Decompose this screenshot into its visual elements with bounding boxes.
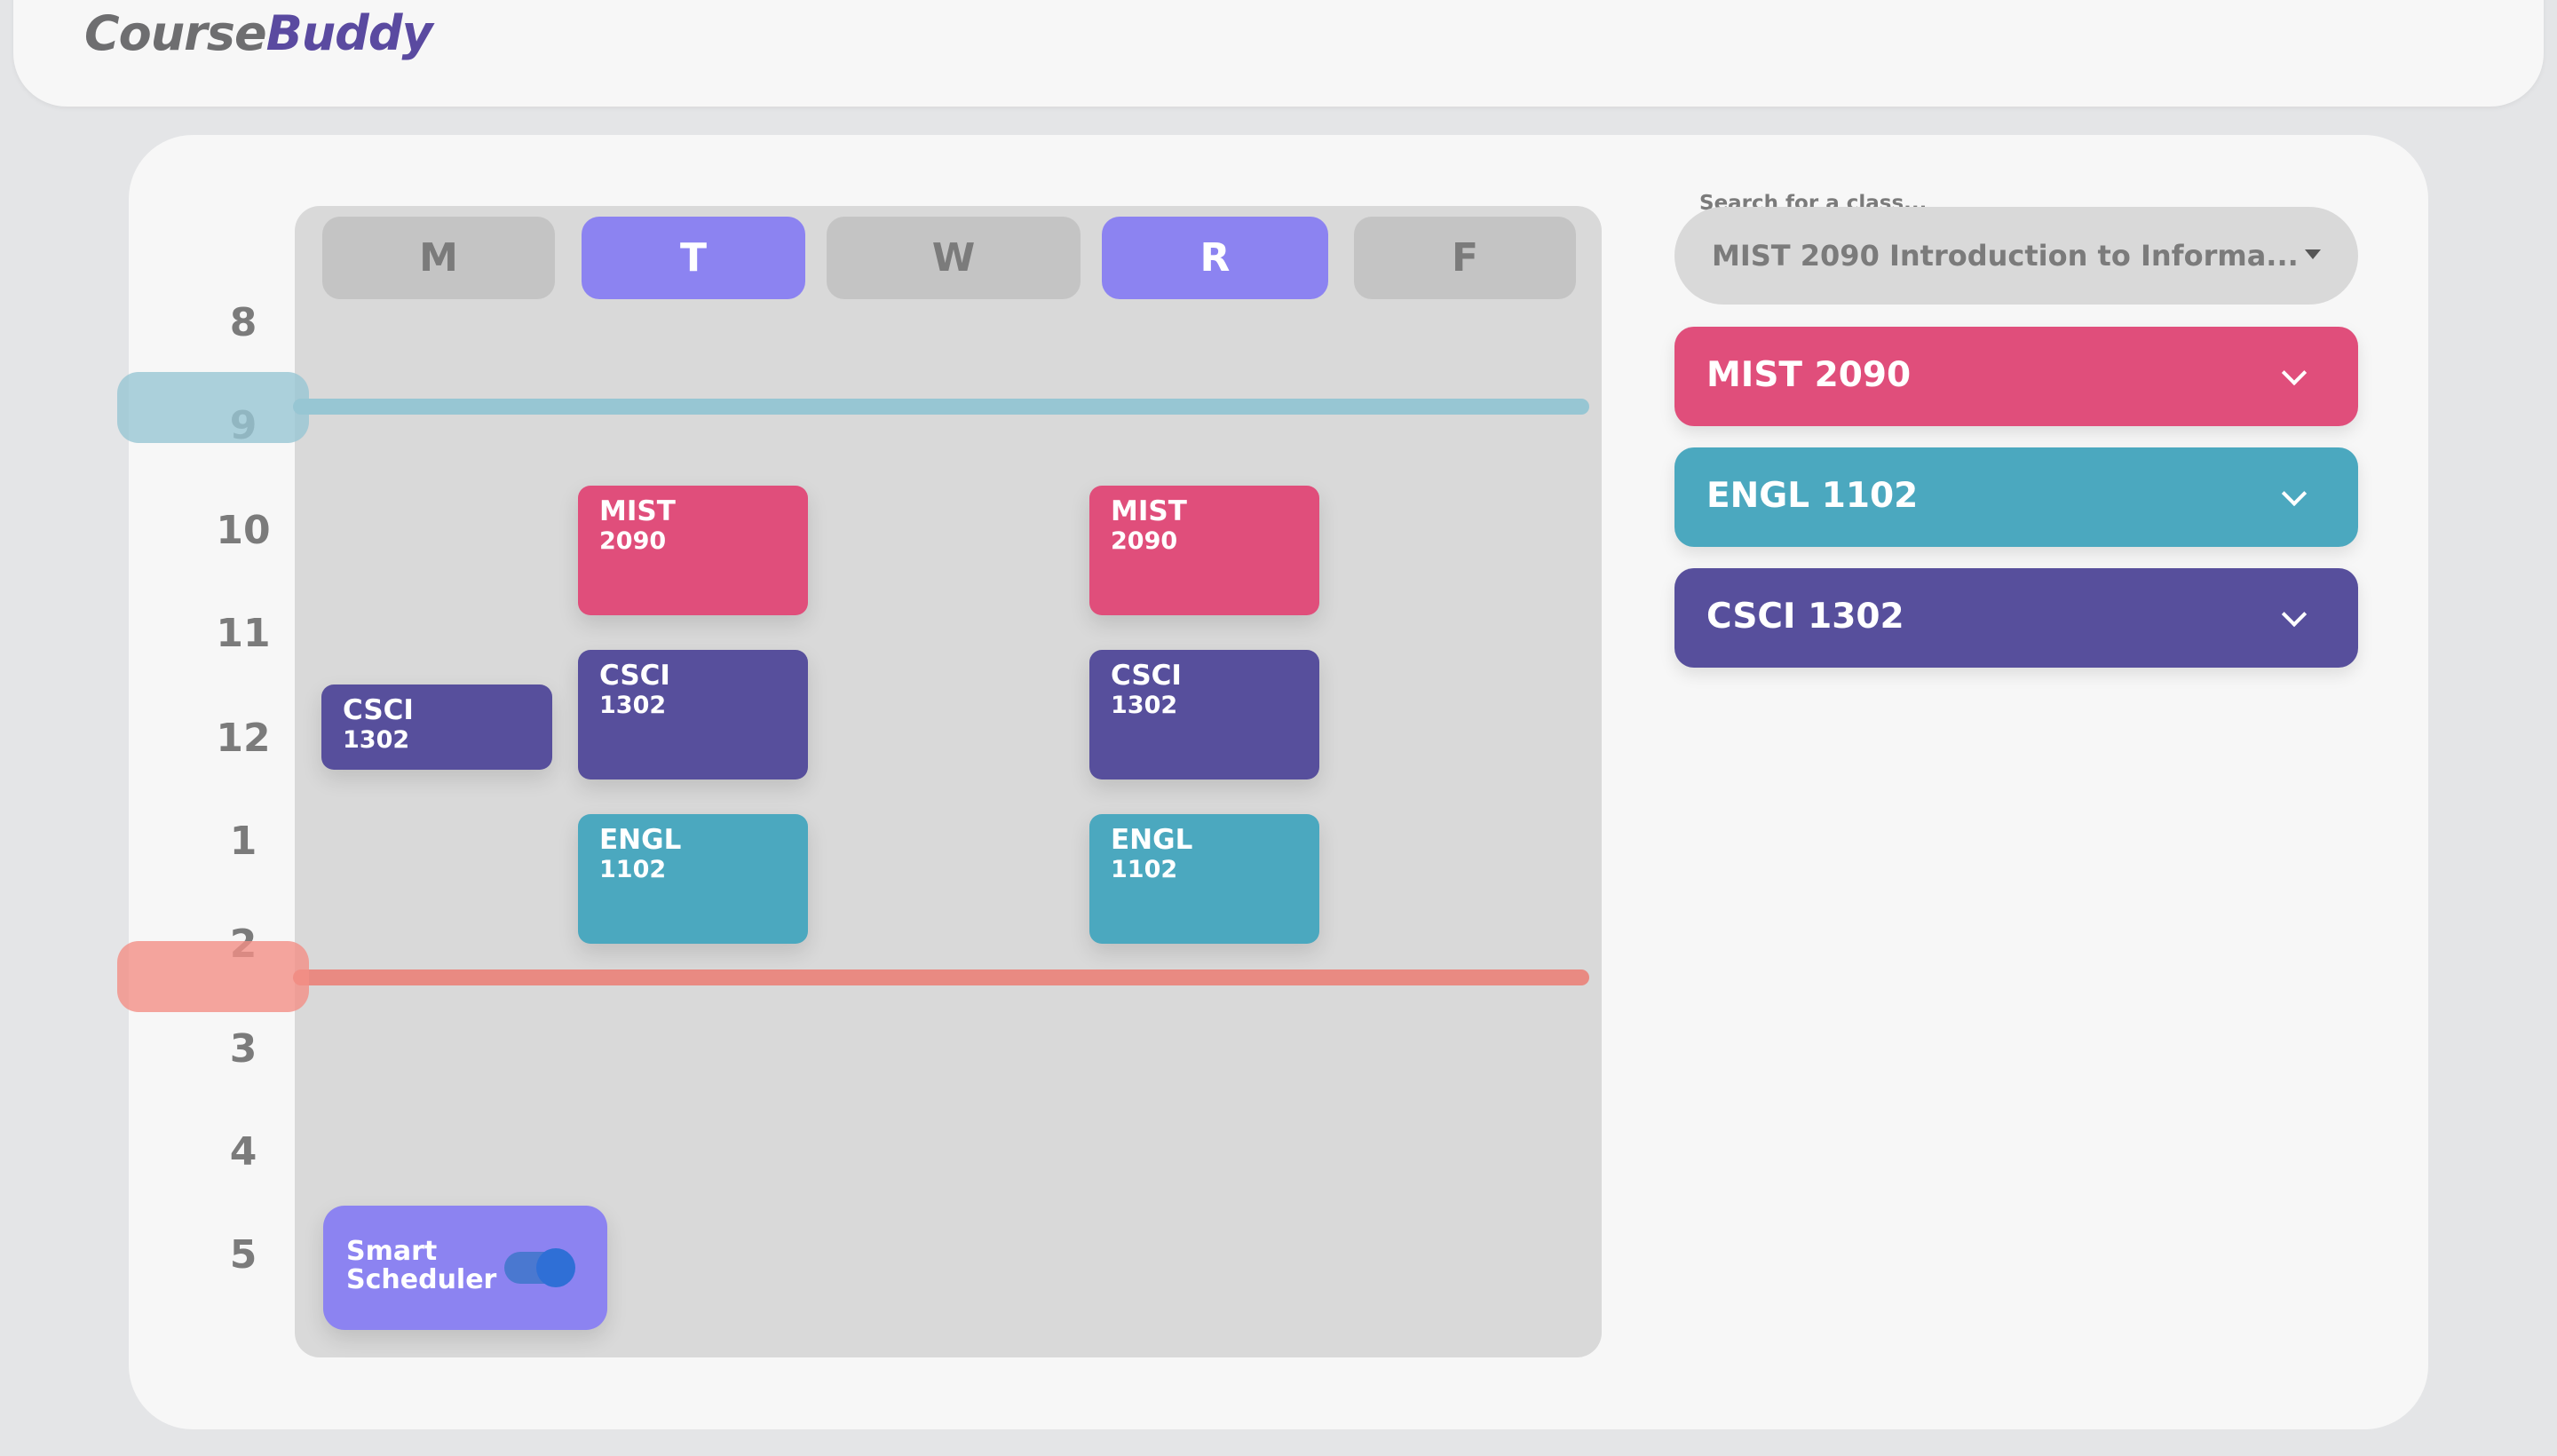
class-block-dept: MIST	[599, 495, 676, 527]
class-block-dept: ENGL	[599, 824, 682, 856]
class-block-dept: ENGL	[1111, 824, 1193, 856]
hour-label-10: 10	[216, 508, 271, 553]
hour-label-4: 4	[229, 1129, 257, 1175]
start-time-line	[293, 399, 1589, 415]
chevron-down-icon[interactable]	[2281, 480, 2308, 507]
caret-down-icon	[2305, 249, 2321, 259]
smart-scheduler-toggle[interactable]	[504, 1248, 575, 1287]
toggle-knob	[536, 1248, 575, 1287]
day-header-friday[interactable]: F	[1354, 217, 1576, 299]
class-block-tue-engl[interactable]: ENGL 1102	[578, 814, 808, 944]
hour-label-1: 1	[229, 819, 257, 864]
hour-label-8: 8	[229, 300, 257, 345]
class-block-thu-engl[interactable]: ENGL 1102	[1089, 814, 1319, 944]
schedule-grid	[295, 206, 1602, 1357]
course-item-name: CSCI 1302	[1706, 597, 1904, 637]
day-header-wednesday[interactable]: W	[827, 217, 1081, 299]
class-block-dept: MIST	[1111, 495, 1187, 527]
class-block-number: 2090	[1111, 527, 1178, 555]
smart-scheduler-label-line2: Scheduler	[346, 1264, 497, 1295]
course-item-name: ENGL 1102	[1706, 476, 1919, 516]
smart-scheduler-label: Smart Scheduler	[346, 1238, 496, 1294]
class-block-number: 2090	[599, 527, 667, 555]
chevron-down-icon[interactable]	[2281, 601, 2308, 628]
class-block-mon-csci[interactable]: CSCI 1302	[321, 684, 552, 770]
logo-text-buddy: Buddy	[265, 5, 433, 61]
start-time-handle[interactable]	[117, 372, 309, 443]
class-block-number: 1302	[343, 726, 410, 754]
class-block-number: 1302	[1111, 692, 1178, 719]
end-time-line	[293, 969, 1589, 985]
class-block-dept: CSCI	[1111, 660, 1182, 692]
smart-scheduler-label-line1: Smart	[346, 1236, 438, 1267]
class-block-dept: CSCI	[599, 660, 670, 692]
class-block-number: 1102	[599, 856, 667, 883]
course-item-csci-1302[interactable]: CSCI 1302	[1674, 568, 2358, 668]
class-search-value: MIST 2090 Introduction to Informa...	[1712, 239, 2299, 273]
hour-label-5: 5	[229, 1232, 257, 1278]
class-block-dept: CSCI	[343, 694, 414, 726]
smart-scheduler-panel: Smart Scheduler	[323, 1206, 607, 1330]
class-block-number: 1302	[599, 692, 667, 719]
course-item-mist-2090[interactable]: MIST 2090	[1674, 327, 2358, 426]
app-logo[interactable]: CourseBuddy	[84, 5, 433, 61]
logo-text-course: Course	[84, 5, 267, 61]
hour-label-3: 3	[229, 1026, 257, 1072]
class-search-select[interactable]: MIST 2090 Introduction to Informa...	[1674, 207, 2358, 305]
end-time-handle[interactable]	[117, 941, 309, 1012]
course-item-engl-1102[interactable]: ENGL 1102	[1674, 447, 2358, 547]
hour-label-12: 12	[216, 716, 271, 761]
day-header-monday[interactable]: M	[322, 217, 555, 299]
course-item-name: MIST 2090	[1706, 355, 1912, 395]
chevron-down-icon[interactable]	[2281, 360, 2308, 386]
day-header-tuesday[interactable]: T	[582, 217, 805, 299]
class-block-number: 1102	[1111, 856, 1178, 883]
hour-label-11: 11	[216, 611, 271, 656]
class-block-thu-mist[interactable]: MIST 2090	[1089, 486, 1319, 615]
class-block-thu-csci[interactable]: CSCI 1302	[1089, 650, 1319, 779]
class-block-tue-csci[interactable]: CSCI 1302	[578, 650, 808, 779]
top-bar: CourseBuddy	[13, 0, 2544, 107]
class-block-tue-mist[interactable]: MIST 2090	[578, 486, 808, 615]
day-header-thursday[interactable]: R	[1102, 217, 1328, 299]
